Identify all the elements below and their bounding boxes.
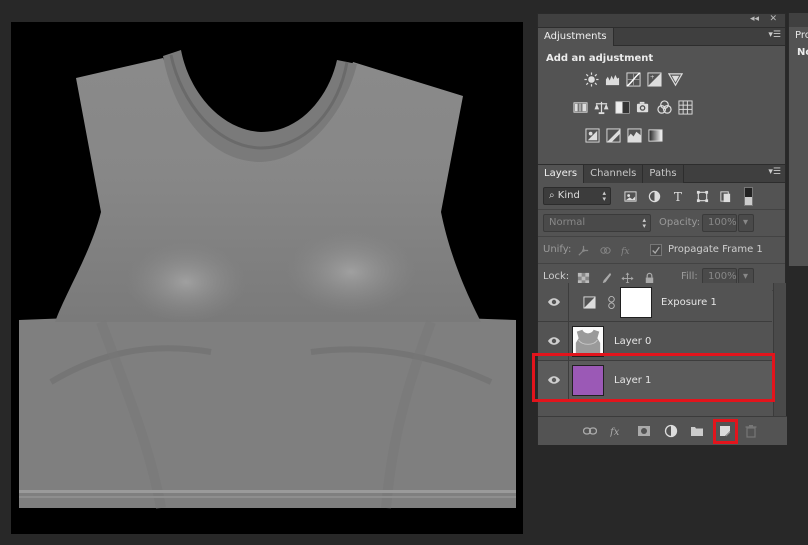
unify-row: Unify: fx Propagate Frame 1 — [538, 237, 785, 264]
fill-label: Fill: — [681, 271, 698, 282]
channel-mixer-icon[interactable] — [656, 99, 672, 115]
layer-name: Exposure 1 — [661, 297, 717, 308]
layer-row-separator — [568, 361, 569, 400]
layer-filter-row: ⌕ Kind ▴ ▾ T — [538, 183, 785, 210]
layers-menu-icon[interactable]: ▾☰ — [767, 168, 781, 179]
propagate-checkbox[interactable] — [650, 244, 662, 256]
filter-adjustment-icon[interactable] — [647, 189, 661, 203]
new-group-icon[interactable] — [689, 423, 705, 439]
filter-type-icon[interactable]: T — [671, 189, 685, 203]
brightness-contrast-icon[interactable] — [583, 71, 599, 87]
svg-text:T: T — [673, 190, 681, 203]
dock-header: ◂◂ ✕ — [538, 14, 785, 28]
visibility-eye-icon[interactable] — [547, 296, 561, 308]
blend-mode-row: Normal ▴ ▾ Opacity: 100% ▾ — [538, 210, 785, 237]
blend-mode-select[interactable]: Normal ▴ ▾ — [543, 214, 651, 232]
layer-row-layer-0[interactable]: Layer 0 — [538, 322, 772, 361]
link-layers-icon[interactable] — [582, 423, 598, 439]
new-layer-icon[interactable] — [717, 423, 733, 439]
tab-layers[interactable]: Layers — [538, 165, 585, 183]
exposure-icon[interactable]: + — [646, 71, 662, 87]
adjustments-title: Add an adjustment — [546, 53, 654, 64]
layers-scrollbar[interactable] — [773, 283, 786, 416]
adjustments-row-1: + — [583, 71, 683, 87]
layer-name: Layer 0 — [614, 336, 652, 347]
properties-message: No — [797, 47, 808, 58]
visibility-eye-icon[interactable] — [547, 374, 561, 386]
close-panel-icon[interactable]: ✕ — [769, 14, 777, 24]
tab-channels[interactable]: Channels — [584, 165, 644, 183]
layers-tabbar: Layers Channels Paths ▾☰ — [538, 165, 785, 183]
filter-toggle-switch[interactable] — [744, 187, 753, 206]
document-canvas[interactable] — [11, 22, 523, 534]
adjustments-row-2 — [572, 99, 693, 115]
svg-text:fx: fx — [610, 427, 620, 438]
tank-top-thumbnail-icon — [575, 329, 601, 356]
search-icon: ⌕ — [549, 190, 558, 201]
filter-pixel-icon[interactable] — [623, 189, 637, 203]
add-mask-icon[interactable] — [636, 423, 652, 439]
tab-properties[interactable]: Pro — [789, 27, 808, 45]
unify-label: Unify: — [543, 244, 572, 255]
select-arrows-icon: ▴ ▾ — [602, 189, 606, 203]
unify-visibility-icon[interactable] — [598, 243, 612, 257]
hue-saturation-icon[interactable] — [572, 99, 588, 115]
layer-row-separator — [568, 283, 569, 322]
levels-icon[interactable] — [604, 71, 620, 87]
filter-shape-icon[interactable] — [695, 189, 709, 203]
side-panel-header — [789, 13, 808, 27]
lock-label: Lock: — [543, 271, 570, 282]
layer-thumbnail[interactable] — [572, 326, 604, 357]
layers-list: Exposure 1 Layer 0 Layer 1 — [538, 283, 772, 416]
layer-style-icon[interactable]: fx — [609, 423, 625, 439]
photo-filter-icon[interactable] — [635, 99, 651, 115]
unify-style-icon[interactable]: fx — [620, 243, 634, 257]
layer-name: Layer 1 — [614, 375, 652, 386]
document-workspace — [0, 0, 530, 545]
opacity-input[interactable]: 100% — [702, 214, 737, 232]
filter-kind-value: Kind — [557, 190, 580, 201]
adjustments-tabbar: Adjustments ▾☰ — [538, 28, 785, 46]
filter-kind-select[interactable]: ⌕ Kind ▴ ▾ — [543, 187, 611, 205]
filter-smart-object-icon[interactable] — [718, 189, 732, 203]
new-adjustment-layer-icon[interactable] — [663, 423, 679, 439]
tank-top-texture — [19, 50, 516, 509]
visibility-eye-icon[interactable] — [547, 335, 561, 347]
tab-paths[interactable]: Paths — [643, 165, 684, 183]
panel-menu-icon[interactable]: ▾☰ — [767, 31, 781, 42]
invert-icon[interactable] — [584, 127, 600, 143]
opacity-label: Opacity: — [659, 217, 701, 228]
properties-panel: Pro No — [788, 13, 808, 266]
adjustments-row-3 — [584, 127, 663, 143]
layer-thumbnail[interactable] — [572, 365, 604, 396]
black-white-icon[interactable] — [614, 99, 630, 115]
layer-row-exposure-1[interactable]: Exposure 1 — [538, 283, 772, 322]
panel-dock: ◂◂ ✕ Adjustments ▾☰ Add an adjustment + — [537, 13, 787, 445]
svg-text:+: + — [649, 74, 654, 80]
layer-mask-thumbnail[interactable] — [620, 287, 652, 318]
mask-link-icon[interactable] — [604, 295, 618, 309]
collapse-panels-icon[interactable]: ◂◂ — [750, 14, 759, 24]
opacity-dropdown-icon[interactable]: ▾ — [738, 214, 754, 232]
unify-position-icon[interactable] — [576, 243, 590, 257]
layer-row-layer-1[interactable]: Layer 1 — [538, 361, 772, 400]
svg-text:fx: fx — [621, 246, 630, 257]
gradient-map-icon[interactable] — [647, 127, 663, 143]
layer-row-separator — [568, 322, 569, 361]
layers-bottom-toolbar: fx — [538, 416, 787, 445]
exposure-adjustment-icon — [582, 295, 596, 309]
color-lookup-icon[interactable] — [677, 99, 693, 115]
propagate-label: Propagate Frame 1 — [668, 244, 763, 255]
threshold-icon[interactable] — [626, 127, 642, 143]
delete-layer-icon[interactable] — [743, 423, 759, 439]
vibrance-icon[interactable] — [667, 71, 683, 87]
tab-adjustments[interactable]: Adjustments — [538, 28, 614, 46]
adjustments-panel: Add an adjustment + — [538, 46, 785, 165]
blend-mode-value: Normal — [549, 217, 586, 228]
posterize-icon[interactable] — [605, 127, 621, 143]
curves-icon[interactable] — [625, 71, 641, 87]
color-balance-icon[interactable] — [593, 99, 609, 115]
select-arrows-icon: ▴ ▾ — [642, 216, 646, 230]
